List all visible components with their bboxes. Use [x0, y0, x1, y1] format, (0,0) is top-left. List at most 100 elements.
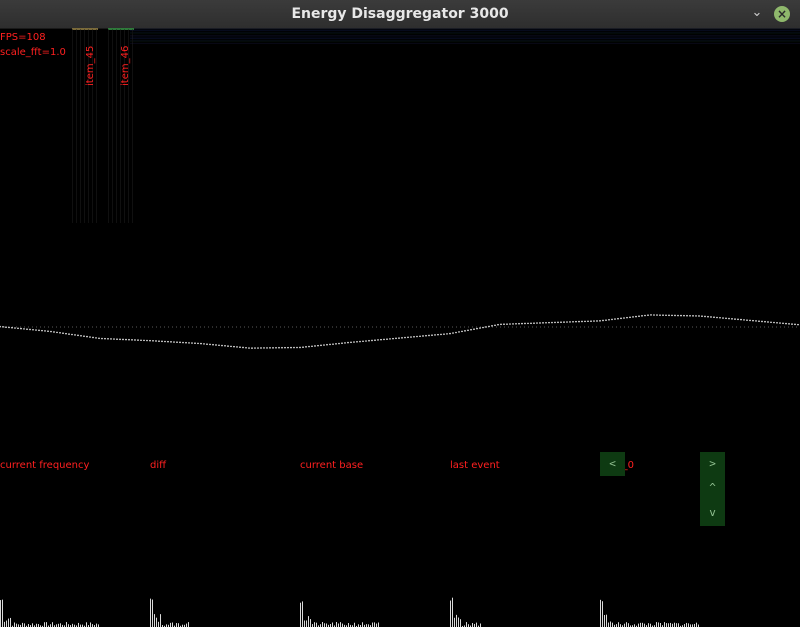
- waveform-point: [428, 334, 430, 337]
- waveform-point: [689, 314, 691, 317]
- waveform-point: [572, 320, 574, 323]
- item-label-46: item_46: [120, 45, 131, 86]
- waveform-point: [524, 322, 526, 325]
- fft-bar: [456, 614, 457, 627]
- waveform-point: [245, 346, 247, 349]
- waveform-point: [719, 316, 721, 319]
- waveform-point: [326, 343, 328, 346]
- waveform-point: [86, 335, 88, 338]
- panel-label-last-event: last event: [450, 460, 500, 471]
- waveform-point: [581, 320, 583, 323]
- waveform-point: [449, 332, 451, 335]
- waveform-point: [158, 340, 160, 342]
- waveform-point: [83, 335, 85, 337]
- waveform-point: [725, 317, 727, 320]
- waveform-point: [293, 346, 295, 349]
- fft-bar: [342, 623, 343, 627]
- waveform-point: [287, 346, 289, 349]
- waveform-point: [122, 338, 124, 341]
- fft-bar: [612, 622, 613, 627]
- waveform-point: [149, 339, 151, 342]
- fft-bar: [316, 622, 317, 627]
- waveform-point: [674, 314, 676, 317]
- waveform-point: [200, 342, 202, 345]
- fft-bar: [158, 621, 159, 627]
- waveform-point: [641, 315, 643, 317]
- waveform-point: [17, 327, 19, 330]
- waveform-point: [398, 337, 400, 339]
- waveform-point: [491, 325, 493, 327]
- fft-bar: [314, 622, 315, 627]
- waveform-point: [266, 347, 268, 349]
- fft-bar: [156, 617, 157, 627]
- waveform-point: [374, 339, 376, 342]
- waveform-point: [599, 320, 601, 322]
- waveform-point: [281, 346, 283, 349]
- waveform-point: [554, 321, 556, 324]
- fps-readout: FPS=108: [0, 32, 46, 43]
- waveform-point: [317, 344, 319, 347]
- waveform-point: [515, 322, 517, 325]
- waveform-point: [383, 338, 385, 341]
- fft-bar: [66, 622, 67, 627]
- waveform-point: [569, 321, 571, 323]
- waveform-point: [332, 343, 334, 345]
- waveform-point: [734, 318, 736, 320]
- close-icon[interactable]: ×: [774, 6, 790, 22]
- waveform-point: [221, 344, 223, 347]
- waveform-point: [272, 347, 274, 349]
- waveform-point: [695, 315, 697, 317]
- fft-bar: [186, 623, 187, 627]
- minimize-icon[interactable]: ⌄: [748, 4, 766, 22]
- waveform-point: [755, 320, 757, 322]
- waveform-point: [47, 330, 49, 333]
- waveform-point: [797, 323, 799, 326]
- fft-bar: [14, 622, 15, 627]
- fft-bar: [678, 623, 679, 627]
- waveform-point: [98, 337, 100, 340]
- fft-bar: [2, 599, 3, 627]
- waveform-point: [740, 318, 742, 321]
- waveform-point: [722, 317, 724, 319]
- next-item-button[interactable]: >: [700, 452, 725, 476]
- waveform-point: [101, 337, 103, 340]
- scroll-up-button[interactable]: ^: [700, 476, 725, 500]
- fft-bar: [10, 617, 11, 627]
- waveform-point: [413, 335, 415, 338]
- waveform-point: [263, 347, 265, 349]
- waveform-point: [8, 326, 10, 329]
- waveform-point: [461, 330, 463, 333]
- waveform-point: [230, 345, 232, 348]
- fft-bar: [642, 622, 643, 627]
- waveform-point: [95, 337, 97, 339]
- waveform-point: [602, 319, 604, 322]
- waveform-point: [20, 327, 22, 330]
- waveform-point: [578, 320, 580, 323]
- waveform-point: [302, 346, 304, 348]
- waveform-point: [749, 319, 751, 322]
- fft-bar: [666, 623, 667, 627]
- fft-bar: [304, 620, 305, 627]
- fft-bar: [696, 622, 697, 627]
- waveform-point: [776, 321, 778, 324]
- waveform-point: [68, 333, 70, 335]
- waveform-point: [557, 321, 559, 324]
- visualization-canvas: FPS=108 scale_fft=1.0 item_45 item_46 cu…: [0, 28, 800, 627]
- waveform-point: [356, 340, 358, 343]
- prev-item-button[interactable]: <: [600, 452, 625, 476]
- waveform-point: [392, 337, 394, 340]
- waveform-point: [587, 320, 589, 323]
- window-titlebar[interactable]: Energy Disaggregator 3000 ⌄ ×: [0, 0, 800, 29]
- scroll-down-button[interactable]: v: [700, 500, 725, 526]
- waveform-point: [710, 316, 712, 318]
- fft-bar: [160, 614, 161, 627]
- waveform-point: [215, 344, 217, 346]
- fft-bar: [32, 623, 33, 627]
- waveform-point: [113, 338, 115, 340]
- waveform-point: [365, 340, 367, 342]
- fft-bar: [460, 619, 461, 627]
- fft-bar: [600, 599, 601, 627]
- waveform-point: [53, 331, 55, 333]
- fft-bar: [658, 622, 659, 627]
- fft-bar: [16, 623, 17, 627]
